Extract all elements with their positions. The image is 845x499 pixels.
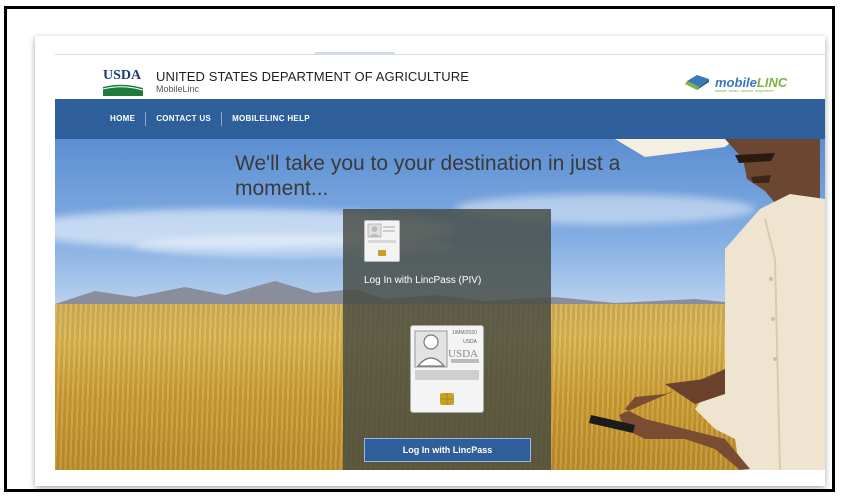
mobilelinc-logo-icon: [685, 75, 709, 90]
card-usda-logo: USDA: [448, 348, 478, 360]
main-nav: HOME CONTACT US MOBILELINC HELP: [55, 99, 825, 139]
usda-logo-swoosh-icon: [102, 84, 144, 96]
lincpass-card-icon[interactable]: 1/MM/2020 USDA USDA: [410, 325, 484, 413]
farmer-with-phone-image: [589, 139, 825, 470]
agency-subtitle: MobileLinc: [156, 84, 200, 94]
id-card-icon[interactable]: [364, 220, 400, 262]
card-date: 1/MM/2020: [452, 330, 477, 336]
browser-page: USDA UNITED STATES DEPARTMENT OF AGRICUL…: [35, 36, 825, 486]
piv-login-label[interactable]: Log In with LincPass (PIV): [364, 275, 484, 287]
card-agency: USDA: [463, 339, 478, 345]
lincpass-login-button[interactable]: Log In with LincPass: [364, 438, 531, 462]
usda-logo[interactable]: USDA: [102, 68, 144, 96]
usda-logo-text: USDA: [103, 68, 142, 83]
top-divider: [55, 54, 825, 55]
screenshot-frame: USDA UNITED STATES DEPARTMENT OF AGRICUL…: [4, 6, 835, 492]
agency-title: UNITED STATES DEPARTMENT OF AGRICULTURE: [156, 69, 470, 84]
mobilelinc-brand[interactable]: mobileLINC simple. smart. secure. anywhe…: [685, 72, 787, 93]
top-accent-bar: [315, 52, 395, 55]
nav-contact-us[interactable]: CONTACT US: [146, 112, 223, 126]
brand-tagline: simple. smart. secure. anywhere!: [715, 88, 774, 93]
hero-banner: We'll take you to your destination in ju…: [55, 139, 825, 470]
nav-home[interactable]: HOME: [100, 112, 147, 126]
login-panel: Log In with LincPass (PIV) 1/MM/2020 USD…: [343, 209, 551, 470]
nav-mobilelinc-help[interactable]: MOBILELINC HELP: [222, 112, 320, 126]
